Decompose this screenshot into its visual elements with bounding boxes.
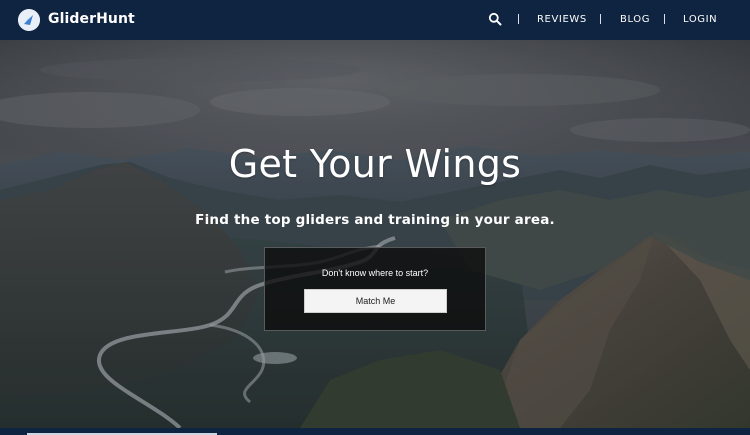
nav-separator xyxy=(664,14,665,24)
glider-logo-icon[interactable] xyxy=(18,9,40,31)
search-icon[interactable] xyxy=(488,12,502,26)
nav-separator xyxy=(600,14,601,24)
hero-title: Get Your Wings xyxy=(228,142,522,186)
nav-link-login[interactable]: LOGIN xyxy=(683,14,717,25)
hero-background-image xyxy=(0,40,750,428)
top-navbar: GliderHunt REVIEWS BLOG LOGIN xyxy=(0,0,750,40)
nav-separator xyxy=(518,14,519,24)
match-me-button[interactable]: Match Me xyxy=(304,289,447,313)
brand-name[interactable]: GliderHunt xyxy=(48,11,135,27)
cta-panel: Don't know where to start? Match Me xyxy=(264,247,486,331)
hero-subtitle: Find the top gliders and training in you… xyxy=(195,212,555,228)
cta-prompt: Don't know where to start? xyxy=(321,268,429,278)
nav-link-blog[interactable]: BLOG xyxy=(620,14,650,25)
hero-section: Get Your Wings Find the top gliders and … xyxy=(0,40,750,428)
nav-link-reviews[interactable]: REVIEWS xyxy=(537,14,587,25)
